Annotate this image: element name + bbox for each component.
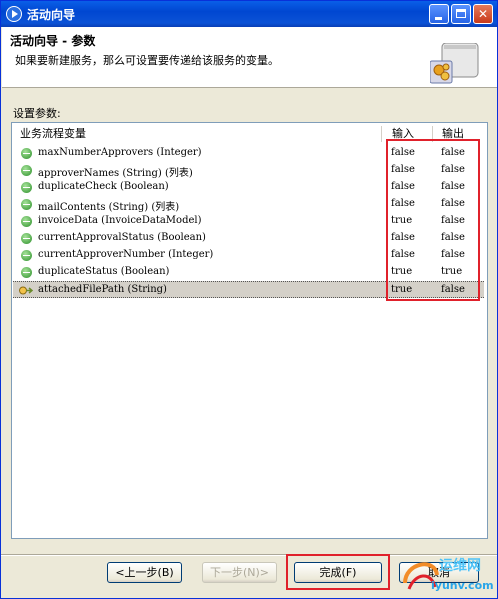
input-value[interactable]: true (391, 215, 412, 226)
column-header-input[interactable]: 输入 (392, 125, 414, 143)
input-value[interactable]: false (391, 198, 415, 209)
wizard-banner-icon (430, 43, 479, 84)
table-row[interactable]: maxNumberApprovers (Integer) false false (13, 145, 484, 162)
table-row[interactable]: duplicateCheck (Boolean) false false (13, 179, 484, 196)
variables-table[interactable]: 业务流程变量 输入 输出 maxNumberApprovers (Integer… (11, 122, 488, 539)
input-value[interactable]: false (391, 147, 415, 158)
table-row[interactable]: mailContents (String) (列表) false false (13, 196, 484, 213)
page-description: 如果要新建服务，那么可设置要传递给该服务的变量。 (15, 54, 279, 67)
variable-name: attachedFilePath (String) (38, 284, 167, 295)
variable-name: duplicateCheck (Boolean) (38, 181, 169, 192)
column-header-variable[interactable]: 业务流程变量 (20, 125, 86, 143)
input-value[interactable]: false (391, 181, 415, 192)
output-value[interactable]: true (441, 266, 462, 277)
title-bar[interactable]: 活动向导 ✕ (1, 1, 497, 27)
output-value[interactable]: false (441, 147, 465, 158)
close-icon: ✕ (477, 7, 489, 21)
variable-name: mailContents (String) (列表) (38, 202, 180, 213)
table-row[interactable]: duplicateStatus (Boolean) true true (13, 264, 484, 281)
variable-name: duplicateStatus (Boolean) (38, 266, 170, 277)
output-value[interactable]: false (441, 249, 465, 260)
variable-icon (21, 233, 32, 244)
maximize-button[interactable] (451, 4, 471, 24)
watermark: 运维网 iyunv.com (401, 553, 497, 598)
table-row[interactable]: currentApproverNumber (Integer) false fa… (13, 247, 484, 264)
variable-name: maxNumberApprovers (Integer) (38, 147, 202, 158)
variable-name: approverNames (String) (列表) (38, 168, 193, 179)
output-value[interactable]: false (441, 284, 465, 295)
column-divider[interactable] (432, 126, 433, 142)
page-title: 活动向导 - 参数 (10, 34, 96, 48)
input-value[interactable]: false (391, 232, 415, 243)
wizard-header: 活动向导 - 参数 如果要新建服务，那么可设置要传递给该服务的变量。 (2, 27, 497, 88)
output-value[interactable]: false (441, 181, 465, 192)
input-value[interactable]: true (391, 266, 412, 277)
variable-icon (21, 216, 32, 227)
maximize-icon (456, 9, 466, 18)
variable-icon (21, 250, 32, 261)
output-value[interactable]: false (441, 232, 465, 243)
table-row[interactable]: approverNames (String) (列表) false false (13, 162, 484, 179)
window-title: 活动向导 (27, 8, 76, 22)
input-value[interactable]: false (391, 164, 415, 175)
wizard-window: 活动向导 ✕ 活动向导 - 参数 如果要新建服务，那么可设置要传递给该服务的变量… (0, 0, 498, 599)
next-button[interactable]: 下一步(N)> (202, 562, 277, 583)
variable-icon (21, 182, 32, 193)
variable-icon (21, 199, 32, 210)
variable-name: currentApproverNumber (Integer) (38, 249, 214, 260)
table-row-selected[interactable]: attachedFilePath (String) true false (13, 281, 484, 298)
params-label: 设置参数: (13, 107, 61, 120)
back-button[interactable]: <上一步(B) (107, 562, 182, 583)
highlight-box-finish (286, 554, 390, 590)
watermark-text: 运维网 (439, 558, 481, 574)
app-icon (6, 6, 22, 22)
variable-name: invoiceData (InvoiceDataModel) (38, 215, 202, 226)
variable-icon (21, 148, 32, 159)
output-value[interactable]: false (441, 164, 465, 175)
variable-icon (21, 267, 32, 278)
input-value[interactable]: false (391, 249, 415, 260)
variable-icon (21, 165, 32, 176)
output-value[interactable]: false (441, 215, 465, 226)
variable-name: currentApprovalStatus (Boolean) (38, 232, 206, 243)
table-row[interactable]: invoiceData (InvoiceDataModel) true fals… (13, 213, 484, 230)
column-header-output[interactable]: 输出 (442, 125, 464, 143)
table-row[interactable]: currentApprovalStatus (Boolean) false fa… (13, 230, 484, 247)
column-divider[interactable] (381, 126, 382, 142)
minimize-button[interactable] (429, 4, 449, 24)
arrow-key-icon (19, 286, 33, 295)
minimize-icon (435, 17, 442, 20)
close-button[interactable]: ✕ (473, 4, 493, 24)
watermark-url: iyunv.com (431, 579, 494, 592)
input-value[interactable]: true (391, 284, 412, 295)
output-value[interactable]: false (441, 198, 465, 209)
